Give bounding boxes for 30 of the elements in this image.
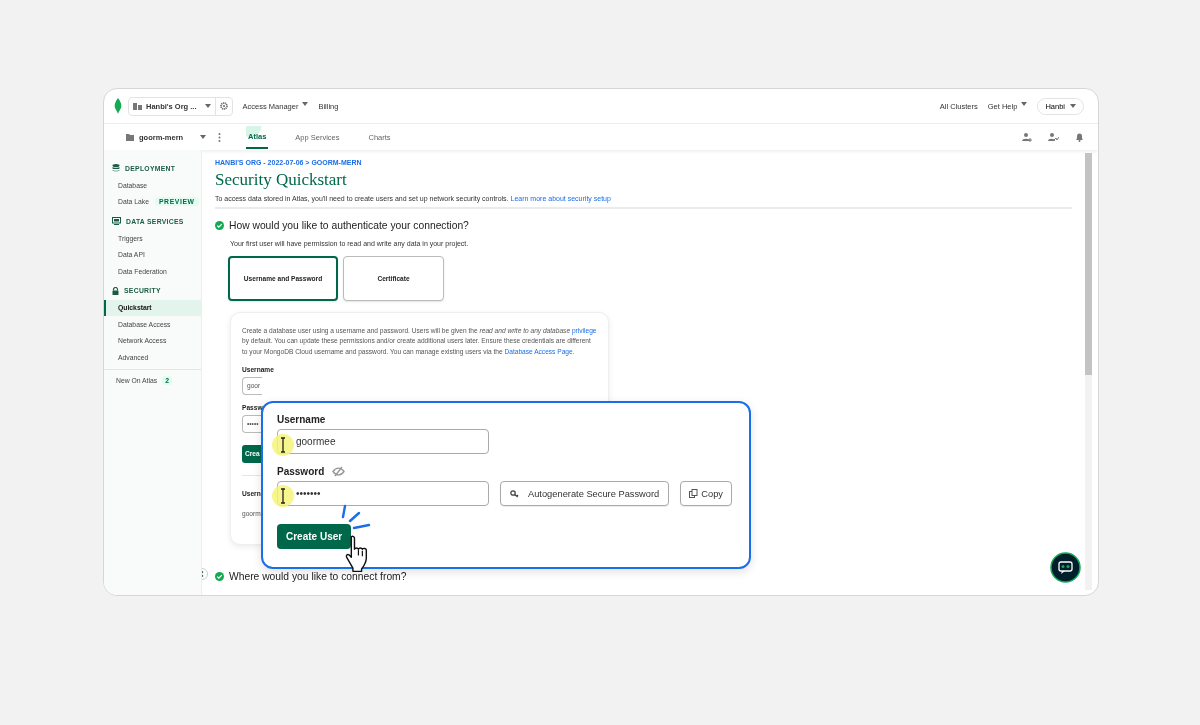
chat-icon[interactable] [1050,552,1081,583]
field-label: Username [277,414,326,425]
field-label: Password [277,466,325,477]
autogenerate-button[interactable]: Autogenerate Secure Password [500,481,670,506]
folder-icon [126,133,134,141]
database-icon [112,164,120,172]
lock-icon [112,286,119,295]
click-burst-icon [340,503,372,530]
user-activity-icon[interactable] [1048,132,1059,142]
key-icon [510,489,520,498]
caret-icon [200,135,206,139]
create-user-button[interactable]: Create User [277,524,352,549]
hide-password-icon[interactable] [332,466,346,477]
step-question: Where would you like to connect from? [229,571,407,582]
more-icon[interactable] [218,132,221,142]
copy-icon [689,489,699,498]
text-cursor-icon [272,485,294,507]
building-icon [133,102,142,110]
caret-icon [204,104,211,108]
add-user-icon[interactable] [1022,132,1032,142]
bell-icon[interactable] [1075,132,1084,142]
scrollbar[interactable] [1085,153,1092,590]
copy-button[interactable]: Copy [680,481,732,506]
text-cursor-icon [272,434,294,456]
monitor-icon [112,217,121,225]
caret-icon [1070,104,1076,108]
settings-icon[interactable] [219,102,228,110]
page-title: Security Quickstart [215,170,348,190]
leaf-logo [114,98,122,114]
step-question: How would you like to authenticate your connection? [229,220,469,231]
